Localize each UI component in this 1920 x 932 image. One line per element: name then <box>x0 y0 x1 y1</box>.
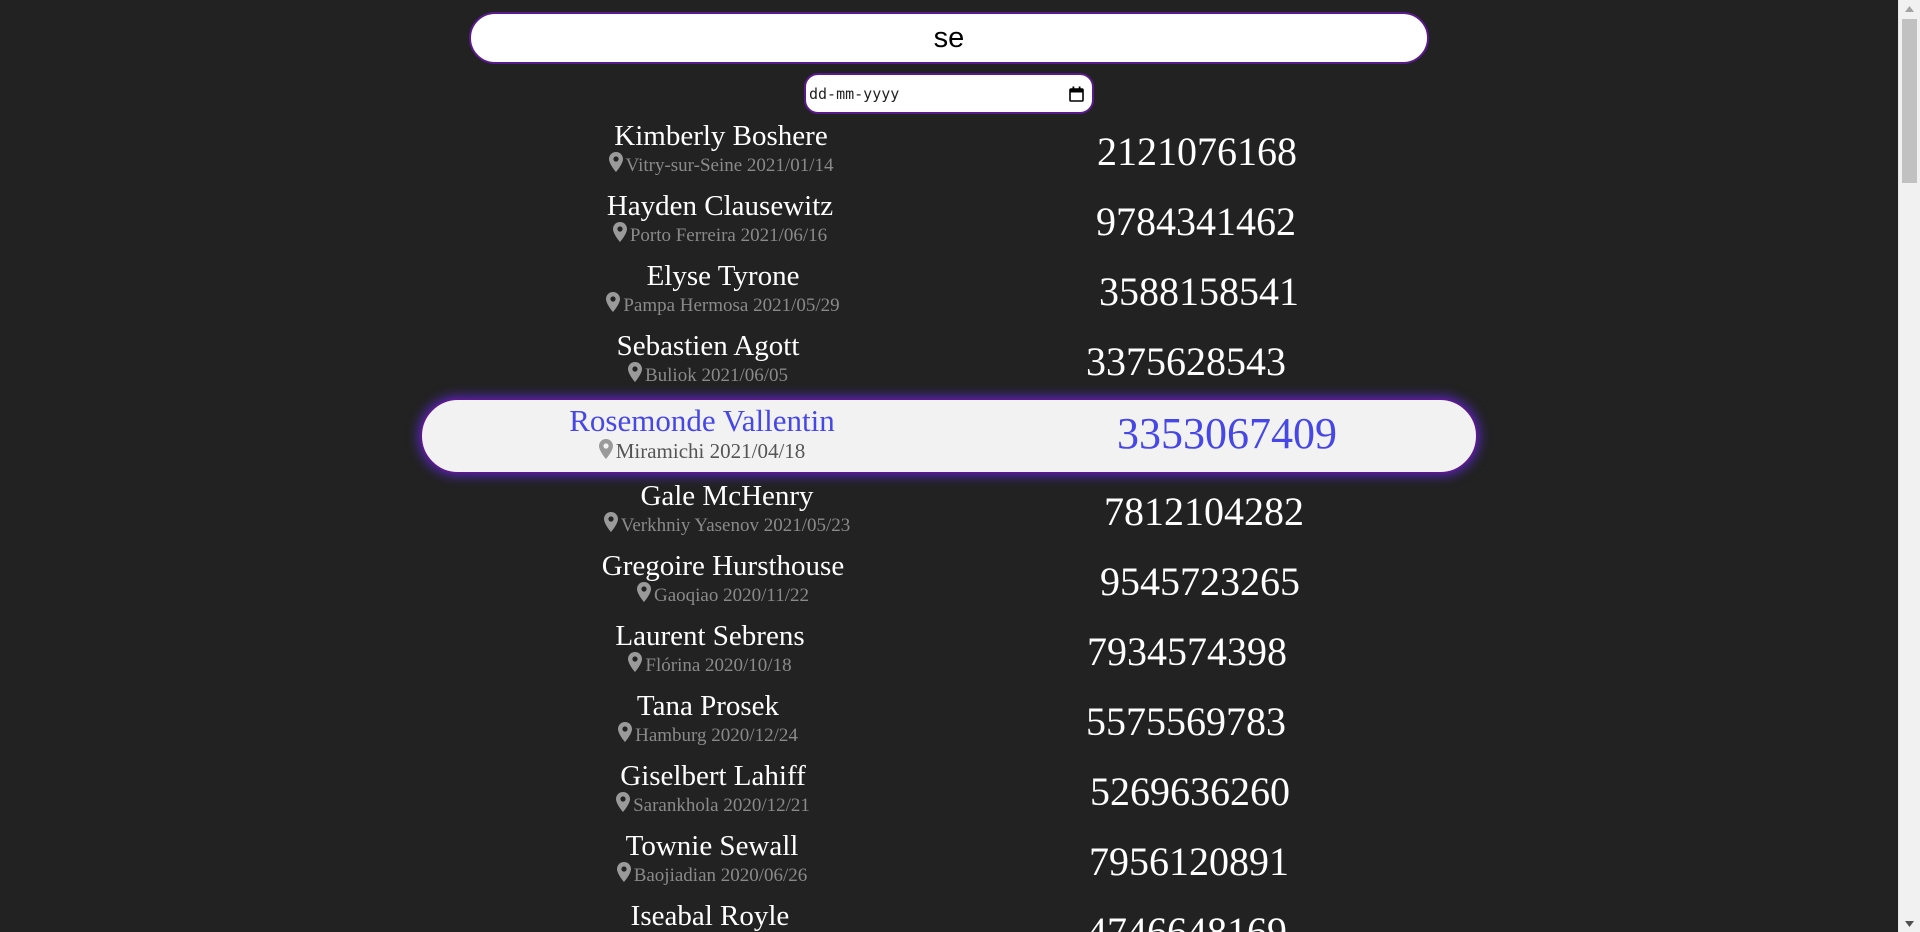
contact-name: Kimberly Boshere <box>614 120 828 152</box>
contact-phone: 9545723265 <box>1100 559 1300 604</box>
contact-meta: Miramichi 2021/04/18 <box>502 438 902 464</box>
contact-phone: 5575569783 <box>1086 699 1286 744</box>
contact-row[interactable]: Iseabal Royle 4746648169 <box>0 896 1898 932</box>
contact-row[interactable]: Townie Sewall Baojiadian 2020/06/26 7956… <box>0 826 1898 896</box>
contact-phone: 5269636260 <box>1090 769 1290 814</box>
contact-phone: 7812104282 <box>1104 489 1304 534</box>
contact-phone: 3375628543 <box>1086 339 1286 384</box>
map-pin-icon <box>627 362 642 382</box>
contact-row[interactable]: Gregoire Hursthouse Gaoqiao 2020/11/22 9… <box>0 546 1898 616</box>
contact-row[interactable]: Giselbert Lahiff Sarankhola 2020/12/21 5… <box>0 756 1898 826</box>
contact-meta: Vitry-sur-Seine 2021/01/14 <box>521 152 921 178</box>
contact-row[interactable]: Sebastien Agott Buliok 2021/06/05 337562… <box>0 326 1898 396</box>
contact-phone: 9784341462 <box>1096 199 1296 244</box>
contact-row[interactable]: Kimberly Boshere Vitry-sur-Seine 2021/01… <box>0 116 1898 186</box>
map-pin-icon <box>606 292 621 312</box>
map-pin-icon <box>603 512 618 532</box>
vertical-scrollbar[interactable] <box>1898 0 1920 932</box>
contact-phone: 4746648169 <box>1087 909 1287 932</box>
contact-date: 2020/12/24 <box>711 725 798 746</box>
date-placeholder: dd-mm-yyyy <box>809 84 900 103</box>
map-pin-icon <box>616 792 631 812</box>
contact-name: Rosemonde Vallentin <box>569 403 835 438</box>
contact-row-selected[interactable]: Rosemonde Vallentin Miramichi 2021/04/18… <box>0 396 1898 476</box>
contact-date: 2020/12/21 <box>723 795 810 816</box>
contact-meta: Sarankhola 2020/12/21 <box>513 792 913 818</box>
contact-phone: 3588158541 <box>1099 269 1299 314</box>
contact-city: Buliok <box>644 365 697 386</box>
contact-meta: Flórina 2020/10/18 <box>510 652 910 678</box>
contact-row[interactable]: Tana Prosek Hamburg 2020/12/24 557556978… <box>0 686 1898 756</box>
contact-city: Hamburg <box>635 725 707 746</box>
contact-city: Pampa Hermosa <box>623 295 749 316</box>
contact-date: 2021/05/23 <box>763 515 851 536</box>
contact-name: Iseabal Royle <box>630 900 790 932</box>
calendar-icon[interactable] <box>1069 86 1084 102</box>
map-pin-icon <box>598 439 613 459</box>
contact-row[interactable]: Laurent Sebrens Flórina 2020/10/18 79345… <box>0 616 1898 686</box>
search-input[interactable] <box>469 12 1429 64</box>
contact-city: Sarankhola <box>633 795 719 816</box>
contact-meta: Buliok 2021/06/05 <box>508 362 908 388</box>
contact-meta: Gaoqiao 2020/11/22 <box>523 582 923 608</box>
contact-name: Gregoire Hursthouse <box>601 550 845 582</box>
map-pin-icon <box>628 652 643 672</box>
contact-meta: Pampa Hermosa 2021/05/29 <box>523 292 923 318</box>
contact-name: Hayden Clausewitz <box>606 190 834 222</box>
contact-phone: 7956120891 <box>1089 839 1289 884</box>
contact-city: Porto Ferreira <box>629 225 736 246</box>
scrollbar-thumb[interactable] <box>1902 19 1917 183</box>
map-pin-icon <box>608 152 623 172</box>
contact-date: 2020/06/26 <box>720 865 808 886</box>
contact-name: Laurent Sebrens <box>615 620 805 652</box>
contact-phone: 7934574398 <box>1087 629 1287 674</box>
contact-city: Verkhniy Yasenov <box>620 515 759 536</box>
map-pin-icon <box>612 222 627 242</box>
contact-row[interactable]: Elyse Tyrone Pampa Hermosa 2021/05/29 35… <box>0 256 1898 326</box>
contact-meta: Verkhniy Yasenov 2021/05/23 <box>527 512 927 538</box>
contact-meta: Hamburg 2020/12/24 <box>508 722 908 748</box>
contact-city: Gaoqiao <box>654 585 719 606</box>
contact-meta: Baojiadian 2020/06/26 <box>512 862 912 888</box>
map-pin-icon <box>618 722 633 742</box>
contact-date: 2021/06/16 <box>740 225 828 246</box>
scroll-up-arrow-icon[interactable] <box>1899 0 1920 17</box>
contact-date: 2021/01/14 <box>746 155 834 176</box>
map-pin-icon <box>616 862 631 882</box>
contact-city: Baojiadian <box>633 865 716 886</box>
contact-name: Sebastien Agott <box>616 330 800 362</box>
contact-list: Kimberly Boshere Vitry-sur-Seine 2021/01… <box>0 116 1898 932</box>
contact-row[interactable]: Hayden Clausewitz Porto Ferreira 2021/06… <box>0 186 1898 256</box>
contact-phone: 2121076168 <box>1097 129 1297 174</box>
contact-city: Flórina <box>645 655 701 676</box>
scroll-down-arrow-icon[interactable] <box>1899 915 1920 932</box>
contact-date: 2021/06/05 <box>701 365 789 386</box>
contact-meta: Porto Ferreira 2021/06/16 <box>520 222 920 248</box>
date-filter-input[interactable]: dd-mm-yyyy <box>804 73 1094 114</box>
contact-date: 2021/04/18 <box>709 439 806 463</box>
contact-name: Tana Prosek <box>636 690 780 722</box>
contact-row[interactable]: Gale McHenry Verkhniy Yasenov 2021/05/23… <box>0 476 1898 546</box>
app-viewport: dd-mm-yyyy Kimberly Boshere Vitry-sur-Se… <box>0 0 1898 932</box>
contact-name: Gale McHenry <box>640 480 814 512</box>
contact-phone: 3353067409 <box>1117 409 1337 458</box>
contact-name: Giselbert Lahiff <box>620 760 806 792</box>
contact-name: Elyse Tyrone <box>646 260 800 292</box>
contact-date: 2020/11/22 <box>723 585 809 606</box>
contact-date: 2020/10/18 <box>705 655 792 676</box>
map-pin-icon <box>637 582 651 602</box>
contact-date: 2021/05/29 <box>753 295 840 316</box>
contact-city: Miramichi <box>615 439 705 463</box>
contact-name: Townie Sewall <box>625 830 799 862</box>
contact-city: Vitry-sur-Seine <box>625 155 743 176</box>
